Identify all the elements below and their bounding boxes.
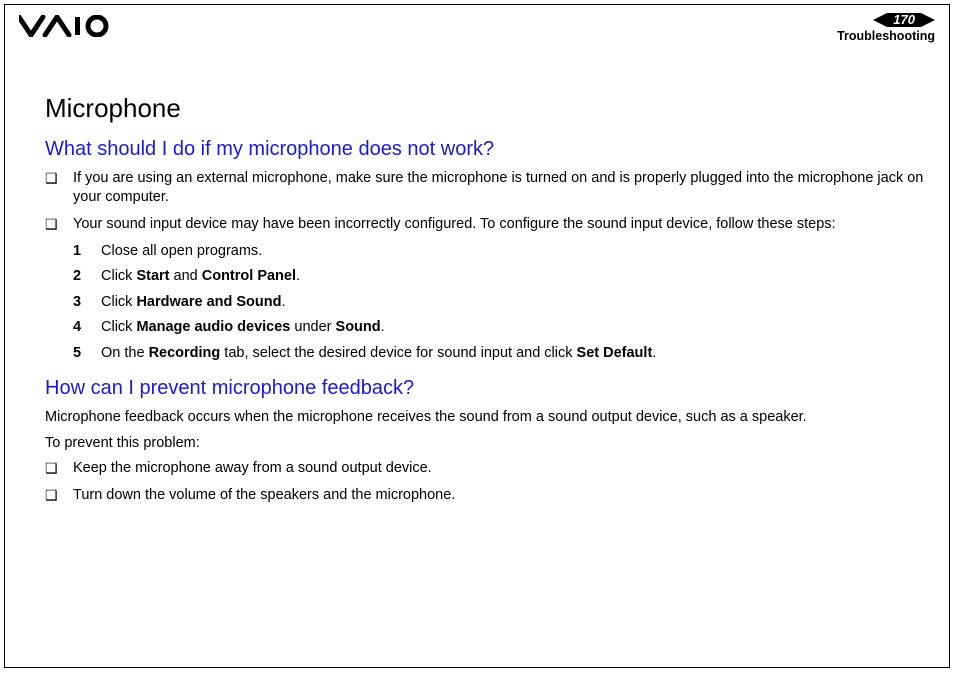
step-text: Close all open programs.: [101, 242, 262, 262]
section-name: Troubleshooting: [837, 29, 935, 43]
step-text: Click Start and Control Panel.: [101, 267, 300, 287]
bullet-icon: ❑: [45, 169, 73, 187]
list-item: ❑ If you are using an external microphon…: [45, 169, 927, 207]
step-text: Click Hardware and Sound.: [101, 293, 286, 313]
page-header: 170 Troubleshooting: [5, 5, 949, 57]
list-item-text: Turn down the volume of the speakers and…: [73, 486, 455, 505]
paragraph: To prevent this problem:: [45, 434, 927, 454]
list-item: 4 Click Manage audio devices under Sound…: [73, 318, 927, 338]
question-heading: How can I prevent microphone feedback?: [45, 377, 927, 400]
step-number: 5: [73, 344, 101, 364]
page-content: Microphone What should I do if my microp…: [5, 57, 949, 505]
list-item-text: Your sound input device may have been in…: [73, 215, 836, 234]
bullet-icon: ❑: [45, 215, 73, 233]
page-nav: 170 Troubleshooting: [837, 13, 935, 43]
step-number: 1: [73, 242, 101, 262]
list-item: ❑ Your sound input device may have been …: [45, 215, 927, 234]
list-item: 2 Click Start and Control Panel.: [73, 267, 927, 287]
document-page: 170 Troubleshooting Microphone What shou…: [4, 4, 950, 668]
next-page-arrow-icon[interactable]: [921, 13, 935, 27]
step-number: 2: [73, 267, 101, 287]
bullet-icon: ❑: [45, 486, 73, 504]
step-number: 3: [73, 293, 101, 313]
question-heading: What should I do if my microphone does n…: [45, 138, 927, 161]
list-item-text: If you are using an external microphone,…: [73, 169, 927, 207]
bullet-list: ❑ If you are using an external microphon…: [45, 169, 927, 234]
bullet-list: ❑ Keep the microphone away from a sound …: [45, 459, 927, 505]
list-item: 1 Close all open programs.: [73, 242, 927, 262]
paragraph: Microphone feedback occurs when the micr…: [45, 408, 927, 428]
step-text: On the Recording tab, select the desired…: [101, 344, 656, 364]
step-list: 1 Close all open programs. 2 Click Start…: [45, 242, 927, 364]
list-item: ❑ Turn down the volume of the speakers a…: [45, 486, 927, 505]
prev-page-arrow-icon[interactable]: [873, 13, 887, 27]
list-item-text: Keep the microphone away from a sound ou…: [73, 459, 432, 478]
page-title: Microphone: [45, 93, 927, 124]
page-number: 170: [887, 13, 921, 27]
list-item: ❑ Keep the microphone away from a sound …: [45, 459, 927, 478]
step-text: Click Manage audio devices under Sound.: [101, 318, 385, 338]
list-item: 3 Click Hardware and Sound.: [73, 293, 927, 313]
list-item: 5 On the Recording tab, select the desir…: [73, 344, 927, 364]
vaio-logo: [19, 15, 115, 37]
bullet-icon: ❑: [45, 459, 73, 477]
step-number: 4: [73, 318, 101, 338]
